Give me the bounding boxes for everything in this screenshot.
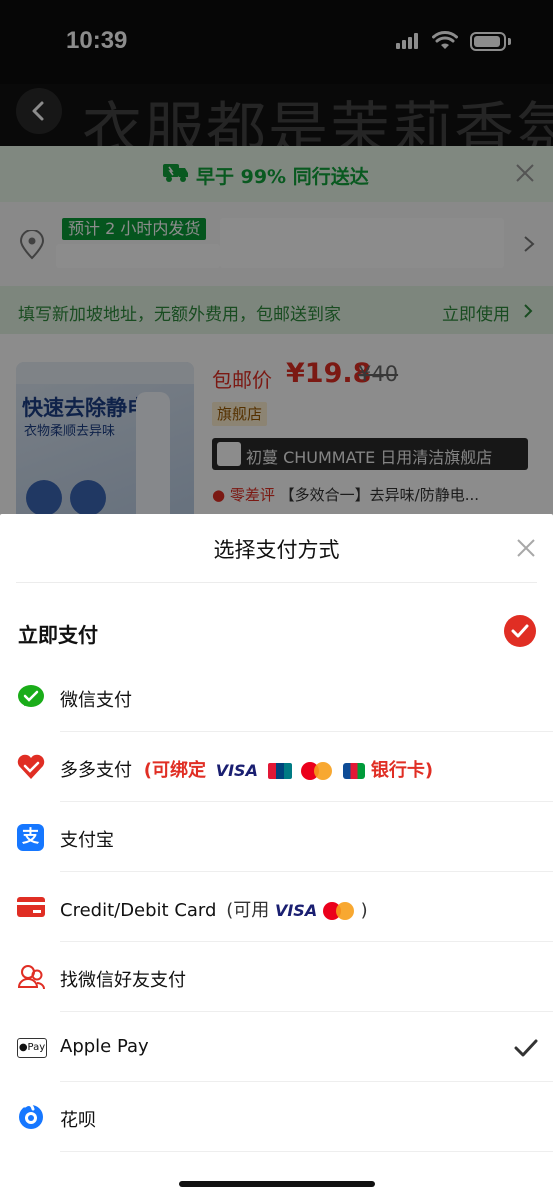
sheet-close-icon[interactable] (516, 538, 536, 558)
selected-check-icon (514, 1039, 538, 1057)
credit-card-icon (17, 897, 45, 917)
alipay-icon: 支 (17, 824, 44, 851)
apple-pay-icon: ●Pay (17, 1038, 47, 1058)
dim-overlay[interactable] (0, 0, 553, 520)
payment-option-label: 找微信好友支付 (60, 970, 186, 991)
payment-option-label: 多多支付 (可绑定 VISA 银行卡) (60, 756, 433, 782)
payment-option-huabei[interactable]: 花呗 (0, 1082, 553, 1152)
visa-logo-icon: VISA (274, 901, 318, 920)
duoduo-pay-title: 多多支付 (60, 760, 132, 781)
duoduo-bind-note: (可绑定 (143, 760, 206, 781)
payment-option-label: 支付宝 (60, 830, 114, 851)
payment-option-wechat[interactable]: 微信支付 (0, 662, 553, 732)
duoduo-bank-card-note: 银行卡) (370, 760, 434, 781)
wechat-friend-icon (17, 965, 45, 990)
payment-option-apple-pay[interactable]: ●Pay Apple Pay (0, 1012, 553, 1082)
background-page: 10:39 衣服都是茉莉香氛 早于 99% 同行送达 预计 2 小时内发货 填写… (0, 0, 553, 520)
card-accepted-close: ) (360, 900, 368, 921)
apple-pay-icon-text: Pay (27, 1042, 46, 1053)
payment-option-duoduo[interactable]: 多多支付 (可绑定 VISA 银行卡) (0, 732, 553, 802)
pay-now-check-icon (504, 615, 536, 647)
mastercard-logo-icon (322, 902, 355, 920)
payment-option-wechat-friend[interactable]: 找微信好友支付 (0, 942, 553, 1012)
home-indicator[interactable] (179, 1181, 375, 1187)
duoduo-pay-icon (17, 754, 45, 779)
payment-option-label: 花呗 (60, 1110, 96, 1131)
card-accepted-note: (可用 (226, 900, 270, 921)
row-divider (60, 1151, 553, 1152)
wechat-pay-icon (18, 685, 44, 707)
payment-option-card[interactable]: Credit/Debit Card (可用 VISA ) (0, 872, 553, 942)
card-title: Credit/Debit Card (60, 900, 217, 921)
pay-now-section-title: 立即支付 (18, 623, 98, 647)
payment-option-label: Credit/Debit Card (可用 VISA ) (60, 896, 368, 922)
jcb-logo-icon (343, 763, 366, 779)
payment-option-label: Apple Pay (60, 1036, 149, 1057)
sheet-divider (16, 582, 537, 583)
unionpay-logo-icon (267, 763, 292, 779)
sheet-title: 选择支付方式 (213, 538, 340, 562)
huabei-icon (19, 1103, 43, 1129)
payment-option-label: 微信支付 (60, 690, 132, 711)
apple-logo-icon: ● (18, 1042, 28, 1053)
visa-logo-icon: VISA (215, 761, 258, 780)
mastercard-logo-icon (301, 762, 333, 780)
payment-option-alipay[interactable]: 支 支付宝 (0, 802, 553, 872)
